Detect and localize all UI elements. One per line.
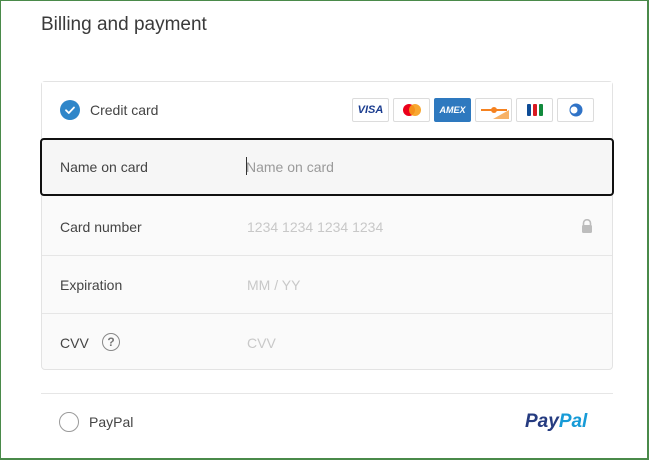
paypal-logo-pal: Pal: [558, 411, 588, 432]
discover-icon: [475, 98, 512, 122]
cvv-input[interactable]: [247, 332, 577, 354]
name-on-card-row: Name on card: [40, 138, 614, 196]
expiration-label: Expiration: [60, 277, 123, 293]
checkmark-icon[interactable]: [60, 100, 80, 120]
paypal-logo-pay: Pay: [525, 411, 559, 432]
card-number-label: Card number: [60, 219, 142, 235]
credit-card-label: Credit card: [90, 102, 159, 118]
visa-icon: VISA: [352, 98, 389, 122]
credit-card-panel: Credit card VISA AMEX Name on card Card …: [40, 81, 614, 372]
section-divider: [41, 393, 613, 394]
diners-club-icon: [557, 98, 594, 122]
amex-icon: AMEX: [434, 98, 471, 122]
name-on-card-label: Name on card: [60, 159, 148, 175]
paypal-radio[interactable]: [59, 412, 79, 432]
page-title: Billing and payment: [41, 14, 207, 35]
expiration-row: Expiration: [42, 256, 612, 314]
help-icon[interactable]: ?: [102, 333, 120, 351]
paypal-logo: PayPal: [525, 411, 587, 433]
card-number-input[interactable]: [247, 216, 577, 238]
name-on-card-input[interactable]: [246, 156, 576, 178]
card-number-row: Card number: [42, 198, 612, 256]
card-brands: VISA AMEX: [352, 98, 594, 122]
expiration-input[interactable]: [247, 274, 577, 296]
text-cursor: [246, 157, 247, 175]
paypal-label[interactable]: PayPal: [89, 414, 133, 430]
lock-icon: [582, 219, 592, 233]
cvv-label: CVV: [60, 335, 89, 351]
credit-card-option[interactable]: Credit card VISA AMEX: [42, 82, 612, 139]
cvv-row: CVV ?: [42, 314, 612, 372]
mastercard-icon: [393, 98, 430, 122]
jcb-icon: [516, 98, 553, 122]
